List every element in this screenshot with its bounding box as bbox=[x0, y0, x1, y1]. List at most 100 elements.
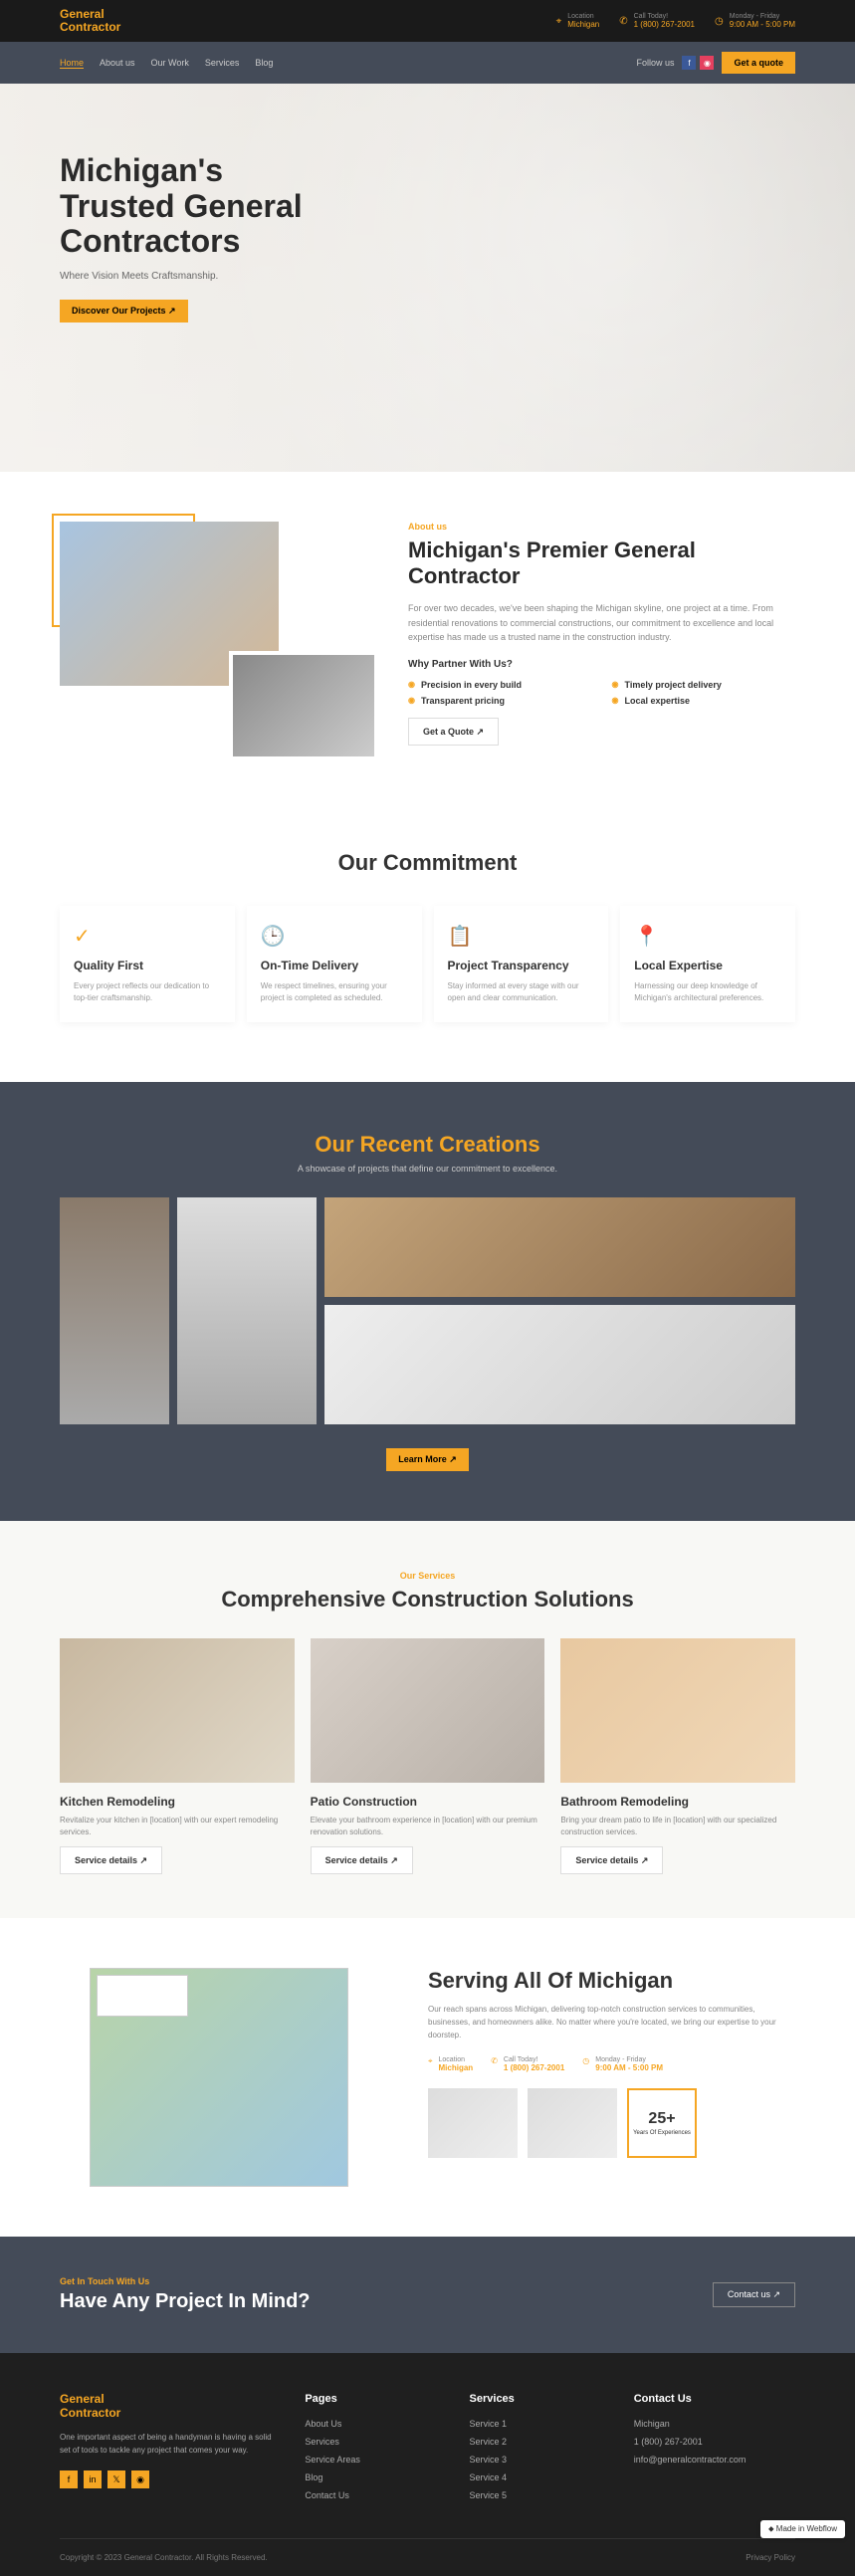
cta-section: Get In Touch With Us Have Any Project In… bbox=[0, 2237, 855, 2353]
service-image bbox=[311, 1638, 545, 1783]
recent-title: Our Recent Creations bbox=[60, 1132, 795, 1158]
footer-link[interactable]: Service 1 bbox=[470, 2419, 604, 2429]
about-quote-button[interactable]: Get a Quote ↗ bbox=[408, 718, 499, 746]
nav-blog[interactable]: Blog bbox=[255, 58, 273, 69]
bullet-pricing: Transparent pricing bbox=[408, 696, 592, 706]
footer-about-text: One important aspect of being a handyman… bbox=[60, 2432, 275, 2458]
webflow-badge[interactable]: ⬥ Made in Webflow bbox=[760, 2520, 845, 2538]
footer-services: Services Service 1 Service 2 Service 3 S… bbox=[470, 2393, 604, 2508]
logo[interactable]: General Contractor bbox=[60, 8, 120, 34]
footer-link[interactable]: Service 3 bbox=[470, 2455, 604, 2465]
topbar-call[interactable]: ✆ Call Today!1 (800) 267-2001 bbox=[619, 13, 695, 29]
location-label: Location bbox=[567, 13, 599, 20]
nav-links: Home About us Our Work Services Blog bbox=[60, 58, 273, 69]
footer-link[interactable]: Service Areas bbox=[305, 2455, 439, 2465]
location-icon: ⌖ bbox=[428, 2056, 433, 2072]
gallery-image-2[interactable] bbox=[177, 1197, 317, 1424]
clipboard-icon: 📋 bbox=[448, 924, 595, 949]
bullet-expertise: Local expertise bbox=[612, 696, 796, 706]
nav-about[interactable]: About us bbox=[100, 58, 135, 69]
services-tag: Our Services bbox=[60, 1571, 795, 1581]
card-title: On-Time Delivery bbox=[261, 959, 408, 972]
service-details-button[interactable]: Service details ↗ bbox=[60, 1846, 162, 1874]
discover-projects-button[interactable]: Discover Our Projects ↗ bbox=[60, 300, 188, 322]
service-details-button[interactable]: Service details ↗ bbox=[311, 1846, 413, 1874]
card-body: Stay informed at every stage with our op… bbox=[448, 980, 595, 1004]
service-title: Patio Construction bbox=[311, 1795, 545, 1809]
instagram-icon[interactable]: ◉ bbox=[700, 56, 714, 70]
footer-col-title: Services bbox=[470, 2393, 604, 2405]
service-kitchen: Kitchen Remodeling Revitalize your kitch… bbox=[60, 1638, 295, 1868]
call-label: Call Today! bbox=[634, 13, 695, 20]
hero-title-1: Michigan's bbox=[60, 152, 223, 188]
footer-contact-email[interactable]: info@generalcontractor.com bbox=[634, 2455, 795, 2465]
services-section: Our Services Comprehensive Construction … bbox=[0, 1521, 855, 1918]
call-value: 1 (800) 267-2001 bbox=[634, 20, 695, 29]
nav-work[interactable]: Our Work bbox=[151, 58, 189, 69]
service-image bbox=[560, 1638, 795, 1783]
nav-services[interactable]: Services bbox=[205, 58, 240, 69]
footer-social: f in 𝕏 ◉ bbox=[60, 2470, 275, 2488]
commitment-cards: ✓Quality FirstEvery project reflects our… bbox=[60, 906, 795, 1022]
exp-label: Years Of Experiences bbox=[633, 2130, 691, 2136]
privacy-link[interactable]: Privacy Policy bbox=[746, 2553, 795, 2562]
card-ontime: 🕒On-Time DeliveryWe respect timelines, e… bbox=[247, 906, 422, 1022]
serving-thumbs: 25+ Years Of Experiences bbox=[428, 2088, 795, 2158]
contact-us-button[interactable]: Contact us ↗ bbox=[713, 2282, 795, 2307]
hero-subtitle: Where Vision Meets Craftsmanship. bbox=[60, 271, 795, 282]
hours-label: Monday - Friday bbox=[730, 13, 795, 20]
linkedin-icon[interactable]: in bbox=[84, 2470, 102, 2488]
gallery-image-4[interactable] bbox=[324, 1305, 795, 1424]
map[interactable] bbox=[90, 1968, 348, 2187]
info-location: ⌖LocationMichigan bbox=[428, 2056, 473, 2072]
about-tag: About us bbox=[408, 522, 795, 532]
footer-link[interactable]: Contact Us bbox=[305, 2490, 439, 2500]
location-value: Michigan bbox=[567, 20, 599, 29]
topbar: General Contractor ⌖ LocationMichigan ✆ … bbox=[0, 0, 855, 42]
info-call[interactable]: ✆Call Today!1 (800) 267-2001 bbox=[491, 2056, 564, 2072]
footer-link[interactable]: Services bbox=[305, 2437, 439, 2447]
topbar-location: ⌖ LocationMichigan bbox=[556, 13, 600, 29]
footer-contact: Contact Us Michigan 1 (800) 267-2001 inf… bbox=[634, 2393, 795, 2508]
follow-label: Follow us bbox=[636, 58, 674, 68]
about-title: Michigan's Premier General Contractor bbox=[408, 537, 795, 589]
about-partner-heading: Why Partner With Us? bbox=[408, 659, 795, 670]
pin-icon: 📍 bbox=[634, 924, 781, 949]
footer-link[interactable]: Blog bbox=[305, 2472, 439, 2482]
topbar-info: ⌖ LocationMichigan ✆ Call Today!1 (800) … bbox=[556, 13, 795, 29]
card-transparency: 📋Project TransparencyStay informed at ev… bbox=[434, 906, 609, 1022]
service-title: Kitchen Remodeling bbox=[60, 1795, 295, 1809]
gallery-image-3[interactable] bbox=[324, 1197, 795, 1297]
hero: Michigan's Trusted General Contractors W… bbox=[0, 84, 855, 472]
hero-title-2: Trusted General bbox=[60, 188, 303, 224]
learn-more-button[interactable]: Learn More ↗ bbox=[386, 1448, 469, 1471]
location-icon: ⌖ bbox=[556, 16, 562, 27]
footer-link[interactable]: Service 4 bbox=[470, 2472, 604, 2482]
instagram-icon[interactable]: ◉ bbox=[131, 2470, 149, 2488]
recent-section: Our Recent Creations A showcase of proje… bbox=[0, 1082, 855, 1521]
get-quote-button[interactable]: Get a quote bbox=[722, 52, 795, 74]
service-body: Bring your dream patio to life in [locat… bbox=[560, 1815, 795, 1838]
quality-icon: ✓ bbox=[74, 924, 221, 949]
phone-icon: ✆ bbox=[491, 2056, 498, 2072]
card-body: We respect timelines, ensuring your proj… bbox=[261, 980, 408, 1004]
hero-title-3: Contractors bbox=[60, 223, 240, 259]
gallery-image-1[interactable] bbox=[60, 1197, 169, 1424]
twitter-icon[interactable]: 𝕏 bbox=[107, 2470, 125, 2488]
thumb-1 bbox=[428, 2088, 518, 2158]
footer-link[interactable]: Service 5 bbox=[470, 2490, 604, 2500]
facebook-icon[interactable]: f bbox=[682, 56, 696, 70]
service-details-button[interactable]: Service details ↗ bbox=[560, 1846, 663, 1874]
nav-home[interactable]: Home bbox=[60, 58, 84, 69]
exp-number: 25+ bbox=[648, 2110, 675, 2128]
facebook-icon[interactable]: f bbox=[60, 2470, 78, 2488]
footer-logo[interactable]: General Contractor bbox=[60, 2393, 275, 2419]
footer-link[interactable]: Service 2 bbox=[470, 2437, 604, 2447]
footer-contact-phone[interactable]: 1 (800) 267-2001 bbox=[634, 2437, 795, 2447]
serving-title: Serving All Of Michigan bbox=[428, 1968, 795, 1994]
footer-bottom: Copyright © 2023 General Contractor. All… bbox=[60, 2538, 795, 2576]
footer-link[interactable]: About Us bbox=[305, 2419, 439, 2429]
footer: General Contractor One important aspect … bbox=[0, 2353, 855, 2576]
footer-col-title: Contact Us bbox=[634, 2393, 795, 2405]
about-image-2 bbox=[229, 651, 378, 760]
